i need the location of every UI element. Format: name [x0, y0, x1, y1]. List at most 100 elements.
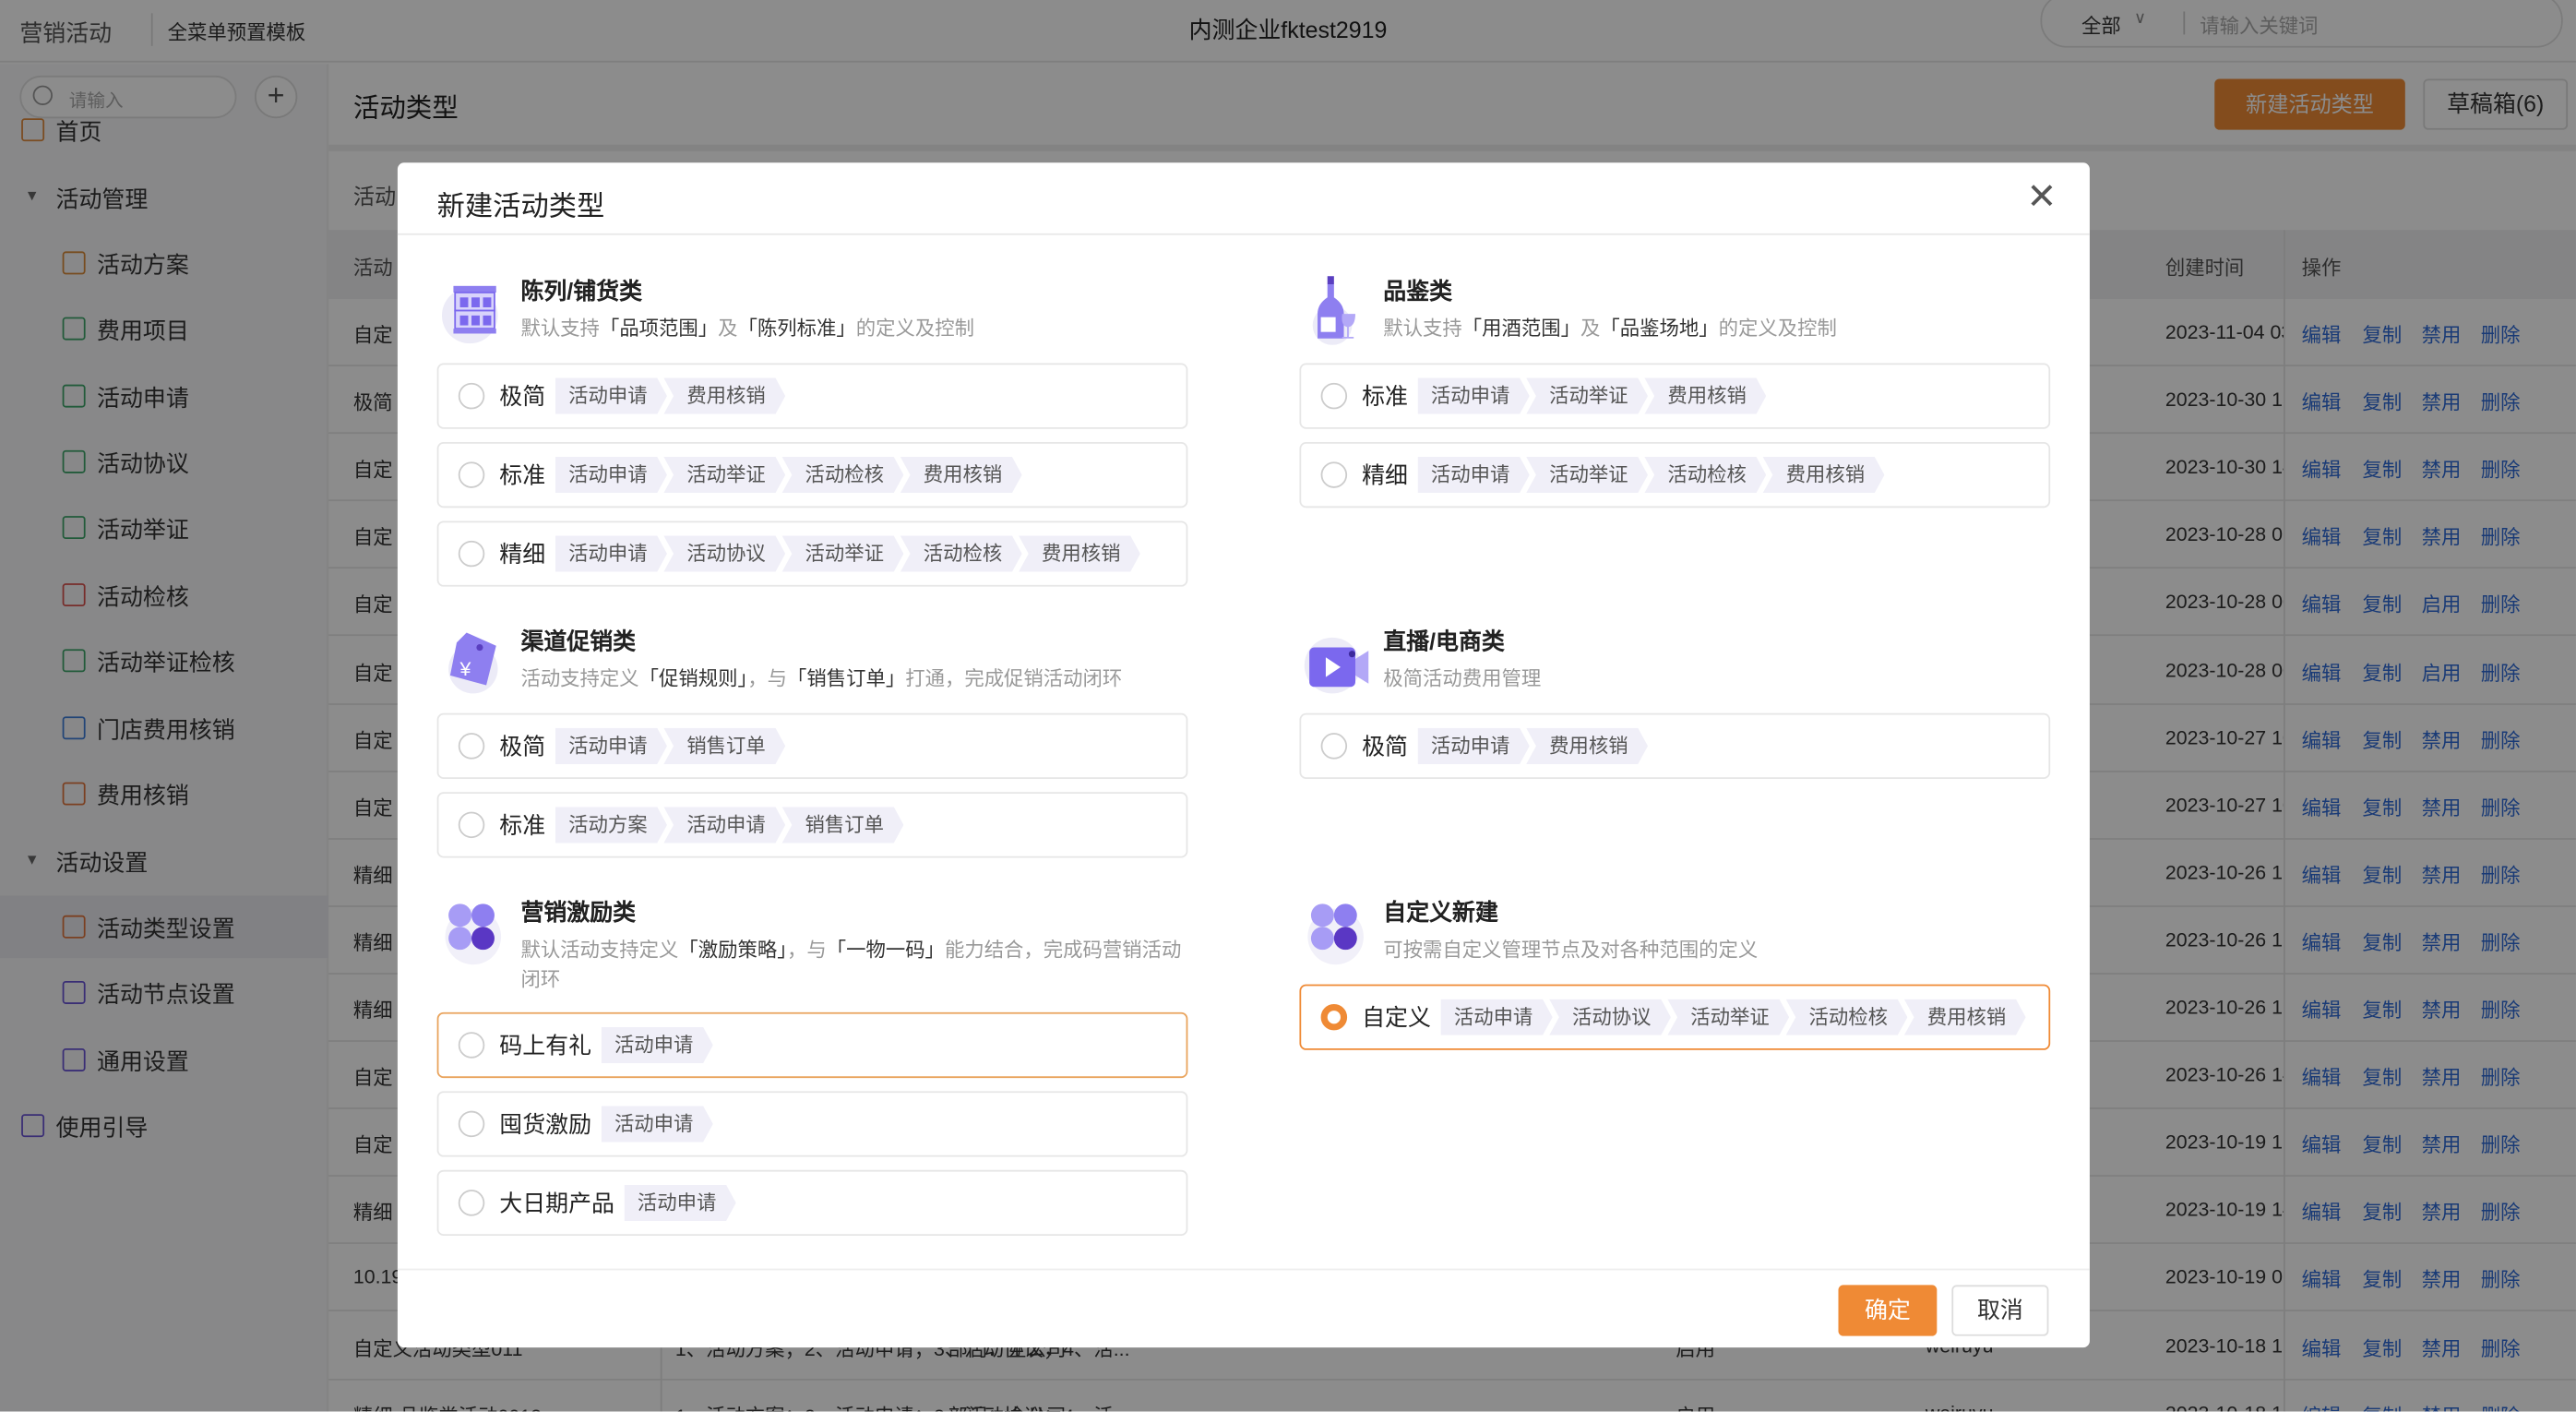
type-option[interactable]: 精细 活动申请 活动协议 活动举证 活动检核 费用核销 [436, 521, 1188, 587]
description-text: 的定义及控制 [855, 317, 975, 341]
process-step: 销售订单 [663, 728, 785, 764]
dialog-footer: 确定 取消 [397, 1268, 2090, 1347]
radio-button[interactable] [458, 1110, 485, 1138]
process-step: 活动方案 [555, 807, 667, 843]
process-step: 活动申请 [555, 728, 667, 764]
process-step: 活动举证 [1667, 999, 1789, 1035]
type-option[interactable]: 精细 活动申请 活动举证 活动检核 费用核销 [1299, 441, 2051, 509]
type-option[interactable]: 标准 活动申请 活动举证 费用核销 [1299, 363, 2051, 429]
description-text: 的定义及控制 [1718, 317, 1837, 341]
process-step: 费用核销 [1763, 457, 1885, 493]
cancel-button[interactable]: 取消 [1951, 1285, 2049, 1336]
section-description: 默认活动支持定义「激励策略」，与「一物一码」能力结合，完成码营销活动闭环 [520, 935, 1187, 994]
type-option[interactable]: 大日期产品 活动申请 [436, 1169, 1188, 1237]
process-step: 活动举证 [1526, 378, 1648, 414]
new-activity-type-dialog: 新建活动类型 ✕ 陈列/铺货类 默认支持「品项范围」及「陈列标准」的定义及控制 极简… [397, 162, 2090, 1348]
radio-button[interactable] [458, 733, 485, 760]
section-header: 营销激励类 默认活动支持定义「激励策略」，与「一物一码」能力结合，完成码营销活动闭… [437, 897, 1188, 994]
process-step: 活动协议 [663, 535, 785, 571]
type-option[interactable]: 自定义 活动申请 活动协议 活动举证 活动检核 费用核销 [1299, 984, 2051, 1050]
process-step: 活动申请 [602, 1027, 713, 1063]
section-header: 自定义新建可按需自定义管理节点及对各种范围的定义 [1299, 897, 2050, 966]
description-highlight: 「一物一码」 [826, 938, 945, 962]
type-option[interactable]: 标准 活动方案 活动申请 销售订单 [436, 792, 1188, 858]
section-title: 渠道促销类 [520, 628, 637, 654]
section-title: 品鉴类 [1383, 277, 1453, 305]
description-text: 及 [1580, 317, 1601, 341]
radio-button[interactable] [458, 461, 485, 488]
description-highlight: 「陈列标准」 [737, 317, 856, 341]
description-text: 及 [718, 317, 738, 341]
dialog-body: 陈列/铺货类 默认支持「品项范围」及「陈列标准」的定义及控制 极简 活动申请 费用核销标… [436, 276, 2051, 1249]
description-highlight: 「品鉴场地」 [1600, 317, 1719, 341]
section-description: 可按需自定义管理节点及对各种范围的定义 [1383, 935, 2050, 964]
process-step: 活动申请 [602, 1106, 713, 1142]
section-header: 品鉴类默认支持「用酒范围」及「品鉴场地」的定义及控制 [1299, 276, 2050, 345]
radio-button[interactable] [1320, 461, 1348, 488]
process-step: 活动举证 [1526, 457, 1648, 493]
process-step: 费用核销 [1019, 535, 1140, 571]
process-step: 活动申请 [663, 807, 785, 843]
process-step: 活动检核 [900, 535, 1022, 571]
description-highlight: 「促销规则」 [638, 666, 748, 690]
type-option[interactable]: 极简 活动申请 销售订单 [436, 712, 1188, 780]
radio-button[interactable] [458, 540, 485, 568]
close-icon[interactable]: ✕ [2026, 176, 2057, 219]
option-label: 极简 [499, 382, 546, 410]
shelf-icon [440, 276, 509, 345]
wine-bottle-icon [1303, 276, 1372, 345]
dialog-header: 新建活动类型 ✕ [397, 162, 2090, 235]
radio-button[interactable] [458, 811, 485, 839]
radio-button[interactable] [1320, 1003, 1348, 1031]
process-step: 费用核销 [900, 457, 1022, 493]
radio-button[interactable] [458, 382, 485, 410]
process-step: 活动申请 [1418, 728, 1530, 764]
description-highlight: 「用酒范围」 [1461, 317, 1580, 341]
type-option[interactable]: 囤货激励 活动申请 [436, 1091, 1188, 1157]
radio-button[interactable] [1320, 382, 1348, 410]
description-text: 默认活动支持定义 [520, 938, 679, 962]
type-section: 品鉴类默认支持「用酒范围」及「品鉴场地」的定义及控制标准 活动申请 活动举证 费用核销… [1299, 276, 2051, 626]
svg-text:¥: ¥ [459, 658, 471, 680]
type-section: 直播/电商类 极简活动费用管理 极简 活动申请 费用核销 [1299, 626, 2051, 897]
section-header: 直播/电商类 极简活动费用管理 [1299, 626, 2050, 695]
option-label: 自定义 [1362, 1003, 1431, 1031]
radio-button[interactable] [458, 1190, 485, 1216]
section-title: 直播/电商类 [1383, 628, 1505, 654]
four-dots-icon [1303, 897, 1372, 966]
option-label: 极简 [1362, 733, 1408, 760]
process-step: 活动检核 [1786, 999, 1908, 1035]
type-option[interactable]: 码上有礼 活动申请 [436, 1011, 1188, 1079]
radio-button[interactable] [458, 1032, 485, 1059]
process-step: 活动申请 [1418, 457, 1530, 493]
section-header: ¥ 渠道促销类活动支持定义「促销规则」，与「销售订单」打通，完成促销活动闭环 [437, 626, 1188, 695]
four-dots-icon [440, 897, 509, 966]
section-description: 活动支持定义「促销规则」，与「销售订单」打通，完成促销活动闭环 [520, 664, 1187, 693]
description-text: 默认支持 [1383, 317, 1462, 341]
description-text: 活动支持定义 [520, 666, 639, 690]
process-step: 费用核销 [663, 378, 785, 414]
section-title: 自定义新建 [1383, 898, 1498, 926]
process-step: 活动申请 [1418, 378, 1530, 414]
option-label: 极简 [499, 733, 546, 760]
option-label: 标准 [499, 811, 546, 839]
section-title: 陈列/铺货类 [520, 277, 643, 305]
option-label: 精细 [499, 540, 546, 568]
confirm-button[interactable]: 确定 [1838, 1285, 1938, 1336]
description-highlight: 「品项范围」 [599, 317, 719, 341]
description-text: 默认支持 [520, 317, 600, 341]
radio-button[interactable] [1320, 733, 1348, 760]
type-option[interactable]: 标准 活动申请 活动举证 活动检核 费用核销 [436, 441, 1188, 509]
process-step: 活动申请 [625, 1185, 736, 1221]
section-header: 陈列/铺货类默认支持「品项范围」及「陈列标准」的定义及控制 [437, 276, 1188, 345]
type-section: 自定义新建可按需自定义管理节点及对各种范围的定义自定义 活动申请 活动协议 活动举证活… [1299, 897, 2051, 1249]
type-option[interactable]: 极简 活动申请 费用核销 [1299, 712, 2051, 780]
option-label: 码上有礼 [499, 1032, 592, 1059]
process-step: 费用核销 [1904, 999, 2026, 1035]
description-text: 可按需自定义管理节点及对各种范围的定义 [1383, 938, 1759, 962]
video-camera-icon [1303, 626, 1372, 695]
type-option[interactable]: 极简 活动申请 费用核销 [436, 363, 1188, 429]
option-label: 精细 [1362, 461, 1408, 488]
section-description: 默认支持「用酒范围」及「品鉴场地」的定义及控制 [1383, 314, 2050, 343]
process-step: 活动申请 [555, 535, 667, 571]
